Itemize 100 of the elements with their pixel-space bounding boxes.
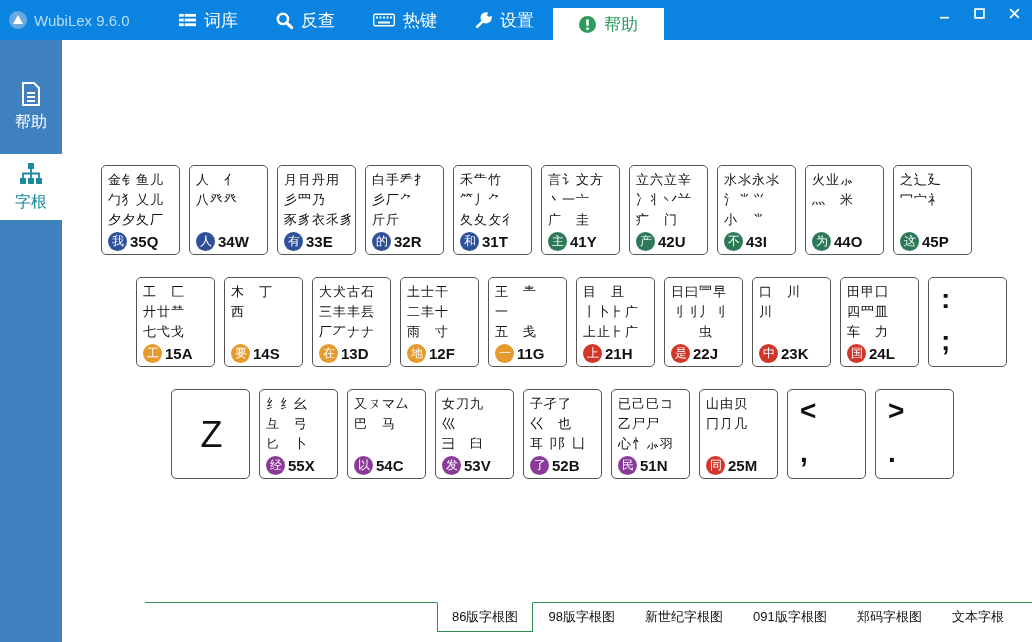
key-code: 55X (288, 457, 315, 474)
root-line: 七弋戈 (143, 323, 186, 340)
badge: 我 (108, 232, 127, 251)
key-symbol: > (888, 396, 905, 426)
key-code: 41Y (570, 233, 597, 250)
root-line: 巜 也 (530, 415, 573, 432)
key-code: 42U (658, 233, 686, 250)
badge: 经 (266, 456, 285, 475)
tab[interactable]: 词库 (160, 0, 257, 40)
root-line: 雨 寸 (407, 323, 450, 340)
root-line: 冫丬丷䒑 (636, 191, 693, 208)
tab[interactable]: 86版字根图 (437, 602, 534, 632)
key-code: 22J (693, 345, 719, 362)
root-line: 夂夊攵彳 (460, 211, 517, 228)
root-line: 巛 (442, 415, 457, 432)
root-line: 大犬古石 (319, 283, 376, 300)
badge: 人 (196, 232, 215, 251)
badge: 有 (284, 232, 303, 251)
root-line: 目 且 (583, 283, 626, 300)
root-line: 乙尸尸 (618, 415, 661, 432)
sidebar-item[interactable]: 帮助 (0, 74, 62, 140)
key-code: 34W (218, 233, 249, 250)
root-line: 五 戋 (495, 323, 538, 340)
key-symbol: , (800, 438, 808, 468)
badge: 民 (618, 456, 637, 475)
root-line: 立六立辛 (636, 171, 693, 188)
root-line: 冖宀礻 (900, 191, 943, 208)
key-code: 54C (376, 457, 404, 474)
tab[interactable]: 热键 (354, 0, 456, 40)
root-line: 人 亻 (196, 171, 239, 188)
key-symbol: ; (941, 326, 951, 356)
root-line: 四罒皿 (847, 303, 890, 320)
root-line: 女刀九 (442, 395, 485, 412)
root-line: 心忄⺗羽 (618, 435, 675, 452)
root-line: 八癶癶 (196, 191, 239, 208)
root-line: 冂⺆几 (706, 415, 749, 432)
key-code: 43I (746, 233, 767, 250)
root-line: 彐 臼 (442, 435, 485, 452)
root-line: 彑 弓 (266, 415, 309, 432)
key-symbol: < (800, 396, 817, 426)
key-code: 53V (464, 457, 491, 474)
keyboard-icon (373, 13, 395, 27)
key-code: 35Q (130, 233, 159, 250)
root-line: 疒 门 (636, 211, 679, 228)
root-line: 小 ⺌ (724, 211, 767, 228)
root-line: 豕豸衣乑豸 (284, 211, 351, 228)
key-symbol: : (941, 284, 951, 314)
tab[interactable]: 帮助 (553, 8, 664, 40)
root-line: 廾廿龷 (143, 303, 186, 320)
root-line: 之辶廴 (900, 171, 943, 188)
badge: 发 (442, 456, 461, 475)
root-line: 水氺永⺢ (724, 171, 781, 188)
key-code: 25M (728, 457, 758, 474)
root-line: 二丰十 (407, 303, 450, 320)
badge: 一 (495, 344, 514, 363)
key-code: 32R (394, 233, 422, 250)
root-line: 彡厂⺈ (372, 191, 415, 208)
root-line: 禾⺧竹 (460, 171, 503, 188)
badge: 以 (354, 456, 373, 475)
root-line: 氵⺌⺍ (724, 191, 767, 208)
close-icon[interactable] (1009, 8, 1020, 19)
badge: 产 (636, 232, 655, 251)
root-line: 土士干 (407, 283, 450, 300)
badge: 上 (583, 344, 602, 363)
root-line: 上止⺊广 (583, 323, 640, 340)
key-letter: Z (200, 414, 223, 456)
root-line: 川 (759, 303, 774, 320)
badge: 为 (812, 232, 831, 251)
key-code: 24L (869, 345, 895, 362)
grid-icon (179, 11, 196, 29)
root-line: 田甲囗 (847, 283, 890, 300)
root-line: 刂刂丿刂 (671, 303, 728, 320)
sidebar-item[interactable]: 字根 (0, 154, 62, 220)
badge: 工 (143, 344, 162, 363)
root-line: 西 (231, 303, 246, 320)
tab[interactable]: 设置 (456, 0, 553, 40)
key-code: 51N (640, 457, 668, 474)
badge: 要 (231, 344, 250, 363)
key-code: 44O (834, 233, 863, 250)
exclamation-icon (579, 15, 596, 33)
badge: 国 (847, 344, 866, 363)
root-line: 虫 (698, 323, 714, 340)
root-line: 已己巳コ (618, 395, 675, 412)
key-code: 33E (306, 233, 333, 250)
tab[interactable]: 反查 (257, 0, 354, 40)
key-code: 14S (253, 345, 280, 362)
root-line: 彡罒乃 (284, 191, 327, 208)
badge: 中 (759, 344, 778, 363)
root-line: 巴 马 (354, 415, 397, 432)
key-code: 11G (517, 345, 545, 362)
window-title: WubiLex 9.6.0 (34, 11, 130, 29)
badge: 和 (460, 232, 479, 251)
badge: 在 (319, 344, 338, 363)
root-line: 丨卜⺊广 (583, 303, 640, 320)
root-line: 勹犭乂儿 (108, 191, 165, 208)
maximize-icon[interactable] (974, 8, 985, 19)
root-line: 车 力 (847, 323, 890, 340)
root-line: 耳卩阝凵 (530, 435, 587, 452)
document-icon (20, 81, 42, 106)
badge: 是 (671, 344, 690, 363)
